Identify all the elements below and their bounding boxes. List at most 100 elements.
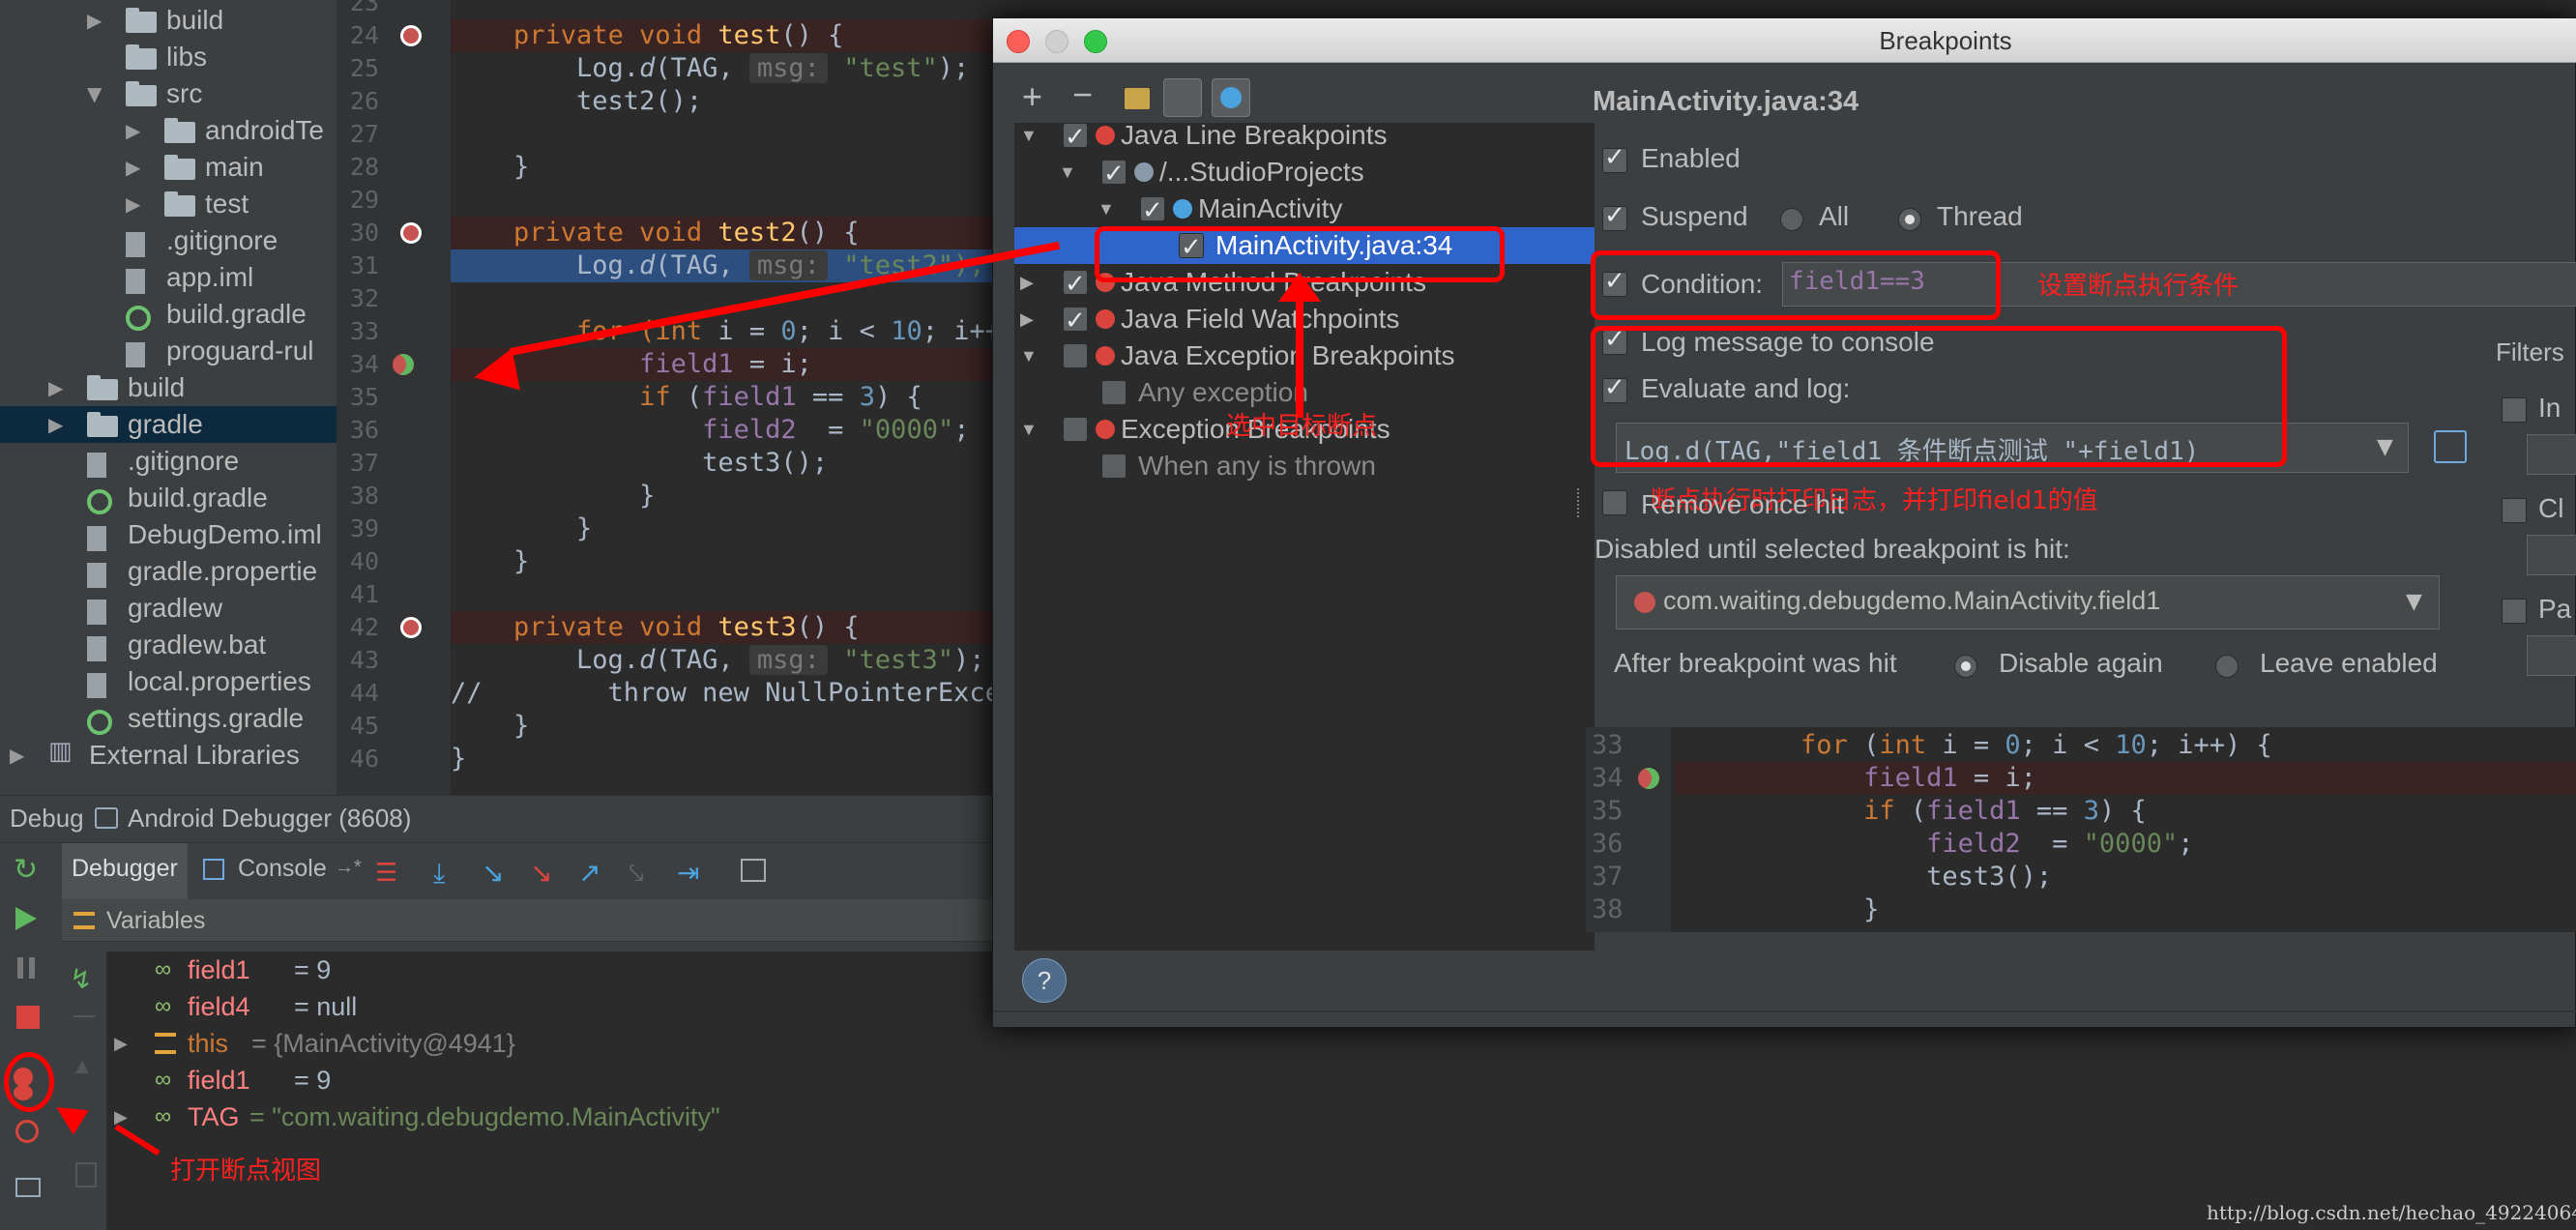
step-over-icon[interactable]: ⤓ <box>433 857 445 890</box>
breakpoint-tree-item[interactable]: ▼ /...StudioProjects <box>1014 154 1595 191</box>
expand-editor-icon[interactable] <box>2434 430 2467 463</box>
suspend-all-radio[interactable] <box>1780 208 1803 231</box>
suspend-checkbox[interactable] <box>1602 201 1627 231</box>
tree-item[interactable]: local.properties <box>0 663 337 700</box>
drop-frame-icon[interactable]: ⤥ <box>629 857 644 890</box>
chevron-right-icon[interactable]: ▶ <box>48 406 63 443</box>
help-button[interactable]: ? <box>1022 958 1067 1003</box>
tree-item[interactable]: libs <box>0 39 337 75</box>
tree-item[interactable]: ▶ ▥ External Libraries <box>0 737 337 774</box>
chevron-right-icon[interactable]: ▶ <box>1020 264 1034 301</box>
dependency-select[interactable]: com.waiting.debugdemo.MainActivity.field… <box>1616 575 2440 630</box>
history-dropdown-icon[interactable]: ▼ <box>2377 435 2393 459</box>
tab-debugger[interactable]: Debugger <box>62 843 188 899</box>
breakpoint-tree-item[interactable]: ▶ Java Field Watchpoints <box>1014 301 1595 338</box>
method-breakpoint-icon[interactable] <box>400 25 422 46</box>
tab-console[interactable]: Console →* <box>199 843 364 899</box>
disable-again-radio[interactable] <box>1954 655 1977 678</box>
filter-input[interactable] <box>2527 535 2576 575</box>
pause-icon-bar1[interactable] <box>17 957 23 979</box>
chevron-right-icon[interactable]: ▶ <box>126 186 140 222</box>
chevron-right-icon[interactable]: ▶ <box>10 737 24 774</box>
breakpoint-checkbox[interactable] <box>1063 417 1088 442</box>
method-breakpoint-icon[interactable] <box>400 617 422 638</box>
chevron-down-icon[interactable]: ▼ <box>87 75 102 112</box>
tree-item[interactable]: settings.gradle <box>0 700 337 737</box>
tree-item[interactable]: build.gradle <box>0 480 337 516</box>
method-breakpoint-icon[interactable] <box>400 222 422 244</box>
filter-checkbox[interactable] <box>2502 498 2527 523</box>
step-into-icon[interactable]: ↘ <box>482 857 504 889</box>
group-by-class-icon[interactable] <box>1212 78 1250 117</box>
breakpoint-checkbox[interactable] <box>1063 343 1088 368</box>
copy-icon[interactable] <box>75 1162 97 1187</box>
conditional-breakpoint-icon[interactable] <box>393 354 414 375</box>
splitter-handle[interactable] <box>1577 488 1581 517</box>
debug-config-name[interactable]: Android Debugger (8608) <box>128 804 411 834</box>
group-by-package-icon[interactable] <box>1125 88 1150 109</box>
filter-checkbox[interactable] <box>2502 599 2527 624</box>
chevron-right-icon[interactable]: ▶ <box>48 369 63 406</box>
suspend-thread-radio[interactable] <box>1898 208 1921 231</box>
tree-item[interactable]: gradlew <box>0 590 337 627</box>
evaluate-expression-icon[interactable] <box>741 859 766 882</box>
chevron-right-icon[interactable]: ▶ <box>126 149 140 186</box>
tree-item[interactable]: ▶ build <box>0 369 337 406</box>
filter-input[interactable] <box>2527 635 2576 676</box>
breakpoint-checkbox[interactable] <box>1063 265 1088 302</box>
pause-icon-bar2[interactable] <box>29 957 35 979</box>
chevron-right-icon[interactable]: ▶ <box>114 1025 128 1062</box>
breakpoint-checkbox[interactable] <box>1063 118 1088 155</box>
enabled-checkbox[interactable] <box>1602 143 1627 173</box>
tree-item[interactable]: gradle.propertie <box>0 553 337 590</box>
remove-breakpoint-button[interactable]: − <box>1072 74 1093 115</box>
mute-breakpoints-icon[interactable] <box>15 1120 39 1143</box>
remove-once-hit-checkbox[interactable] <box>1602 490 1627 515</box>
resume-icon[interactable] <box>15 907 37 930</box>
chevron-down-icon[interactable]: ▼ <box>1020 117 1038 154</box>
add-watch-icon[interactable]: ↯ <box>70 963 92 995</box>
chevron-down-icon[interactable]: ▼ <box>1020 411 1038 448</box>
remove-watch-icon[interactable] <box>73 1015 95 1017</box>
breakpoint-checkbox[interactable] <box>1140 191 1165 228</box>
breakpoint-checkbox[interactable] <box>1101 155 1127 191</box>
rerun-icon[interactable]: ↻ <box>14 853 38 887</box>
tree-item[interactable]: DebugDemo.iml <box>0 516 337 553</box>
breakpoint-checkbox[interactable] <box>1101 380 1127 405</box>
tree-item[interactable]: gradlew.bat <box>0 627 337 663</box>
breakpoint-tree-item[interactable]: ▼ Java Exception Breakpoints <box>1014 337 1595 374</box>
breakpoint-checkbox[interactable] <box>1063 302 1088 338</box>
variables-list[interactable]: ∞ field1 = 9 ∞ field4 = null ▶ this = {MainActiv… <box>106 952 996 1230</box>
move-up-icon[interactable]: ▲ <box>75 1056 89 1076</box>
leave-enabled-radio[interactable] <box>2215 655 2239 678</box>
group-by-file-icon[interactable] <box>1163 78 1202 117</box>
chevron-right-icon[interactable]: ▶ <box>126 112 140 149</box>
tree-item[interactable]: build.gradle <box>0 296 337 333</box>
chevron-right-icon[interactable]: ▶ <box>87 2 102 39</box>
tree-item[interactable]: proguard-rul <box>0 333 337 369</box>
tree-item[interactable]: app.iml <box>0 259 337 296</box>
show-execution-point-icon[interactable]: ☰ <box>375 859 397 888</box>
breakpoint-checkbox[interactable] <box>1101 454 1127 479</box>
filter-checkbox[interactable] <box>2502 397 2527 423</box>
tree-item[interactable]: .gitignore <box>0 443 337 480</box>
run-to-cursor-icon[interactable]: ⇥ <box>677 857 699 889</box>
tree-item[interactable]: ▶ gradle <box>0 406 337 443</box>
step-out-icon[interactable]: ↗ <box>578 857 600 889</box>
add-breakpoint-button[interactable]: + <box>1022 76 1042 117</box>
force-step-into-icon[interactable]: ↘ <box>530 857 552 889</box>
chevron-down-icon[interactable]: ▼ <box>1059 154 1076 190</box>
filter-input[interactable] <box>2527 434 2576 475</box>
chevron-down-icon[interactable]: ▼ <box>1020 337 1038 374</box>
breakpoint-tree-item[interactable]: ▼ MainActivity <box>1014 190 1595 228</box>
camera-icon[interactable] <box>15 1178 41 1197</box>
tree-item[interactable]: ▶ main <box>0 149 337 186</box>
breakpoint-tree-item[interactable]: When any is thrown <box>1014 448 1595 484</box>
code-editor[interactable]: private void test() { Log.d(TAG, msg: "t… <box>451 0 992 795</box>
stop-icon[interactable] <box>16 1006 40 1029</box>
chevron-right-icon[interactable]: ▶ <box>1020 301 1034 337</box>
tree-item[interactable]: .gitignore <box>0 222 337 259</box>
tree-item[interactable]: ▶ androidTe <box>0 112 337 149</box>
breakpoint-tree-item[interactable]: ▼ Java Line Breakpoints <box>1014 117 1595 155</box>
tree-item[interactable]: ▶ build <box>0 2 337 39</box>
